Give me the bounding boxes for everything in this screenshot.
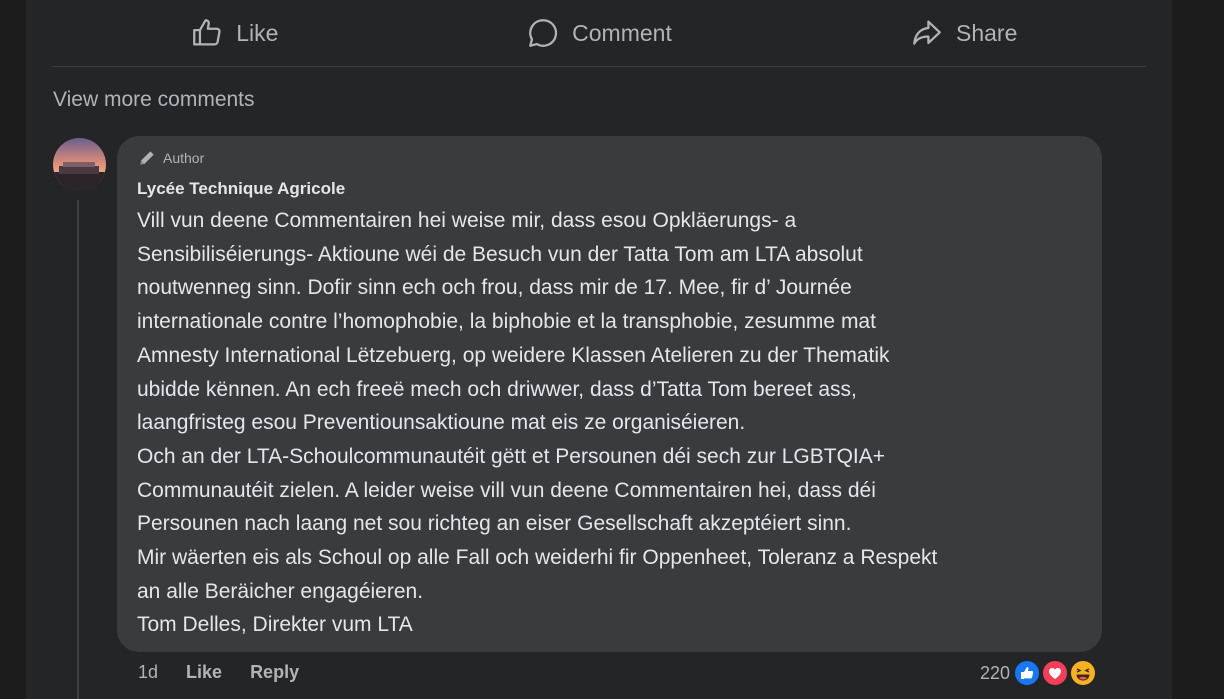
comment-line: Sensibiliséierungs- Aktioune wéi de Besu… — [137, 242, 863, 266]
comment-line: Communautéit zielen. A leider weise vill… — [137, 478, 876, 502]
share-button-label: Share — [955, 19, 1018, 46]
post-action-bar: Like Comment Share — [52, 0, 1146, 67]
reaction-count: 220 — [980, 662, 1011, 683]
author-badge: Author — [137, 148, 204, 168]
thumbs-up-icon — [193, 19, 221, 46]
comment-bubble-icon — [529, 19, 558, 47]
commenter-name[interactable]: Lycée Technique Agricole — [137, 179, 345, 199]
author-badge-label: Author — [163, 150, 205, 166]
comment-reply-button[interactable]: Reply — [250, 662, 299, 683]
avatar[interactable] — [53, 138, 106, 191]
share-arrow-icon — [913, 20, 941, 45]
comment-line: Persounen nach laang net sou richteg an … — [137, 512, 852, 536]
love-reaction-icon — [1041, 659, 1070, 687]
comment-meta: 1d Like Reply — [138, 662, 299, 683]
share-button[interactable]: Share — [781, 0, 1146, 66]
avatar-image — [53, 138, 106, 191]
comment-timestamp[interactable]: 1d — [138, 662, 158, 683]
comment-line: Mir wäerten eis als Schoul op alle Fall … — [137, 546, 938, 570]
reaction-summary[interactable]: 220 — [980, 658, 1098, 688]
comment-line: internationale contre l’homophobie, la b… — [137, 310, 876, 334]
comment-line: an alle Beräicher engagéieren. — [137, 579, 424, 603]
comment-line: ubidde kënnen. An ech freeë mech och dri… — [137, 377, 857, 401]
comment-button[interactable]: Comment — [417, 0, 782, 66]
like-button-label: Like — [236, 19, 279, 46]
comment-line: Amnesty International Lëtzebuerg, op wei… — [137, 343, 890, 367]
comment-button-label: Comment — [572, 19, 672, 46]
view-more-comments-link[interactable]: View more comments — [53, 88, 255, 112]
like-reaction-icon — [1013, 659, 1042, 687]
like-button[interactable]: Like — [52, 0, 417, 66]
haha-reaction-icon — [1069, 659, 1098, 687]
comment-line: Vill vun deene Commentairen hei weise mi… — [137, 209, 797, 232]
thread-line — [77, 200, 79, 699]
comment-line: laangfristeg esou Preventiounsaktioune m… — [137, 411, 746, 435]
comment-line: Tom Delles, Direkter vum LTA — [137, 613, 413, 637]
comment-bubble: Author Lycée Technique Agricole Vill vun… — [117, 136, 1102, 652]
comment-line: Och an der LTA-Schoulcommunautéit gëtt e… — [137, 444, 886, 468]
comment-like-button[interactable]: Like — [186, 662, 222, 683]
pencil-icon — [140, 151, 154, 165]
comment-text: Vill vun deene Commentairen hei weise mi… — [137, 204, 1087, 642]
comment-line: noutwenneg sinn. Dofir sinn ech och frou… — [137, 276, 852, 300]
